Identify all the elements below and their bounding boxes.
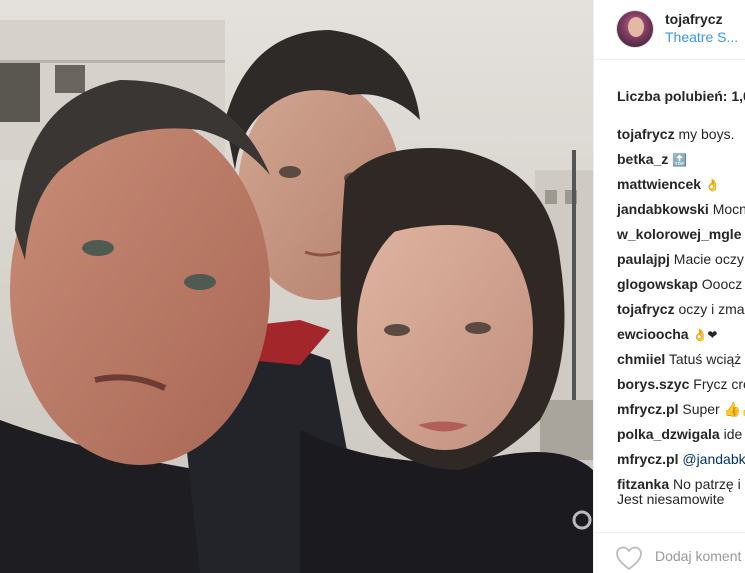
comment-text: 👌❤ xyxy=(692,328,718,342)
comment-username[interactable]: glogowskap xyxy=(617,276,698,292)
post-sidebar: tojafrycz Theatre S... Liczba polubień: … xyxy=(593,0,745,573)
comment: mfrycz.pl Super 👍👍 xyxy=(617,401,745,426)
avatar-face xyxy=(628,17,644,37)
comment-text: Macie oczy xyxy=(673,251,744,267)
comment: betka_z 🔝 xyxy=(617,151,745,176)
comment-mention[interactable]: @jandabk xyxy=(682,451,745,467)
post-header: tojafrycz Theatre S... xyxy=(594,0,745,60)
comment: tojafrycz my boys. xyxy=(617,126,745,151)
comment-username[interactable]: tojafrycz xyxy=(617,126,675,142)
comment-username[interactable]: tojafrycz xyxy=(617,301,675,317)
comment-text: 🔝 xyxy=(672,153,688,167)
comment-text: Ooocz xyxy=(701,276,743,292)
comment-text: Frycz cre xyxy=(693,376,745,392)
comments-list: tojafrycz my boys. betka_z 🔝 mattwiencek… xyxy=(617,126,745,506)
comment: paulajpj Macie oczy xyxy=(617,251,745,276)
post-author-username[interactable]: tojafrycz xyxy=(665,11,723,27)
comment: tojafrycz oczy i zma xyxy=(617,301,745,326)
selfie-image xyxy=(0,0,593,573)
comment-username[interactable]: polka_dzwigala xyxy=(617,426,720,442)
comment-text: Mocn xyxy=(712,201,745,217)
comment-username[interactable]: chmiiel xyxy=(617,351,665,367)
comment-text: Super 👍👍 xyxy=(682,401,745,417)
comment-text: ide xyxy=(723,426,743,442)
comment: w_kolorowej_mgle xyxy=(617,226,745,251)
comment-username[interactable]: jandabkowski xyxy=(617,201,709,217)
heart-outline-icon[interactable] xyxy=(615,545,643,571)
comment-username[interactable]: ewcioocha xyxy=(617,326,689,342)
comment: jandabkowski Mocn xyxy=(617,201,745,226)
comment: ewcioocha 👌❤ xyxy=(617,326,745,351)
comment-continuation: Jest niesamowite xyxy=(617,492,725,506)
comment-username[interactable]: fitzanka xyxy=(617,476,669,492)
comment-text: No patrzę i xyxy=(673,476,741,492)
comment-username[interactable]: mfrycz.pl xyxy=(617,401,678,417)
add-comment-input[interactable]: Dodaj koment xyxy=(655,548,741,564)
likes-count[interactable]: Liczba polubień: 1,0 xyxy=(617,88,745,104)
comment: glogowskap Ooocz xyxy=(617,276,745,301)
comment-username[interactable]: betka_z xyxy=(617,151,668,167)
comment-username[interactable]: paulajpj xyxy=(617,251,670,267)
comment: mattwiencek 👌 xyxy=(617,176,745,201)
post-location-link[interactable]: Theatre S... xyxy=(665,29,738,45)
comment-username[interactable]: mattwiencek xyxy=(617,176,701,192)
post-footer: Dodaj koment xyxy=(594,532,745,573)
avatar[interactable] xyxy=(616,10,654,48)
comment-text: my boys. xyxy=(678,126,735,142)
comment-username[interactable]: w_kolorowej_mgle xyxy=(617,226,741,242)
comment-text: Tatuś wciąż xyxy=(668,351,742,367)
comment: chmiiel Tatuś wciąż xyxy=(617,351,745,376)
comment-text: 👌 xyxy=(704,178,720,192)
post-photo[interactable] xyxy=(0,0,593,573)
comment-text: oczy i zma xyxy=(678,301,745,317)
comment-username[interactable]: borys.szyc xyxy=(617,376,689,392)
comment-username[interactable]: mfrycz.pl xyxy=(617,451,678,467)
comment: polka_dzwigala ide xyxy=(617,426,745,451)
comment: mfrycz.pl @jandabk xyxy=(617,451,745,476)
comment: borys.szyc Frycz cre xyxy=(617,376,745,401)
